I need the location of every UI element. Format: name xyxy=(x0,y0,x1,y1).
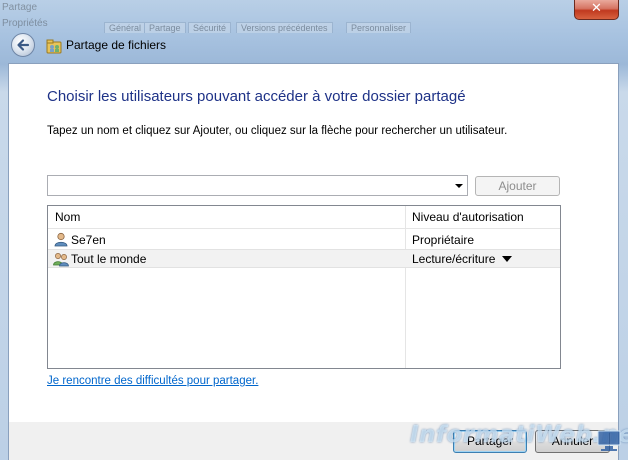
ghost-tab: Personnaliser xyxy=(346,22,412,33)
row-name: Se7en xyxy=(71,233,106,247)
list-row-se7en[interactable]: Se7en Propriétaire xyxy=(48,230,560,249)
instruction-text: Tapez un nom et cliquez sur Ajouter, ou … xyxy=(47,125,508,137)
ghost-tabs: Général Partage Sécurité Versions précéd… xyxy=(104,22,412,33)
user-name-combobox[interactable] xyxy=(47,175,468,196)
background-window-ghost: Partage Propriétés Général Partage Sécur… xyxy=(0,0,628,33)
watermark-logo-icon xyxy=(597,430,621,451)
row-permission: Propriétaire xyxy=(412,233,475,247)
ghost-tab: Partage xyxy=(144,22,186,33)
ghost-tab: Versions précédentes xyxy=(236,22,333,33)
user-icon xyxy=(54,232,68,247)
row-permission: Lecture/écriture xyxy=(412,252,496,266)
close-icon: ✕ xyxy=(591,1,602,16)
column-header-name[interactable]: Nom xyxy=(55,210,80,224)
window-title: Partage de fichiers xyxy=(66,38,167,52)
row-name: Tout le monde xyxy=(71,252,147,266)
permission-dropdown-icon[interactable] xyxy=(502,256,512,262)
help-link[interactable]: Je rencontre des difficultés pour partag… xyxy=(47,375,258,387)
sharing-wizard-icon xyxy=(46,39,62,54)
list-row-tout-le-monde[interactable]: Tout le monde Lecture/écriture xyxy=(48,249,560,268)
back-arrow-icon xyxy=(17,39,30,51)
ghost-title: Partage xyxy=(2,2,38,13)
column-header-permission[interactable]: Niveau d'autorisation xyxy=(412,210,524,224)
ghost-tab: Général xyxy=(104,22,147,33)
page-heading: Choisir les utilisateurs pouvant accéder… xyxy=(47,88,466,105)
dropdown-arrow-icon[interactable] xyxy=(455,184,463,188)
ghost-subtitle: Propriétés xyxy=(2,18,48,29)
list-header: Nom Niveau d'autorisation xyxy=(48,206,560,229)
wizard-content: Choisir les utilisateurs pouvant accéder… xyxy=(8,63,619,423)
group-icon xyxy=(53,253,69,267)
add-button[interactable]: Ajouter xyxy=(475,176,560,196)
ghost-tab: Sécurité xyxy=(188,22,232,33)
permissions-list[interactable]: Nom Niveau d'autorisation Se7en Propriét… xyxy=(47,205,561,369)
back-button[interactable] xyxy=(11,33,35,57)
close-button[interactable]: ✕ xyxy=(574,0,619,20)
